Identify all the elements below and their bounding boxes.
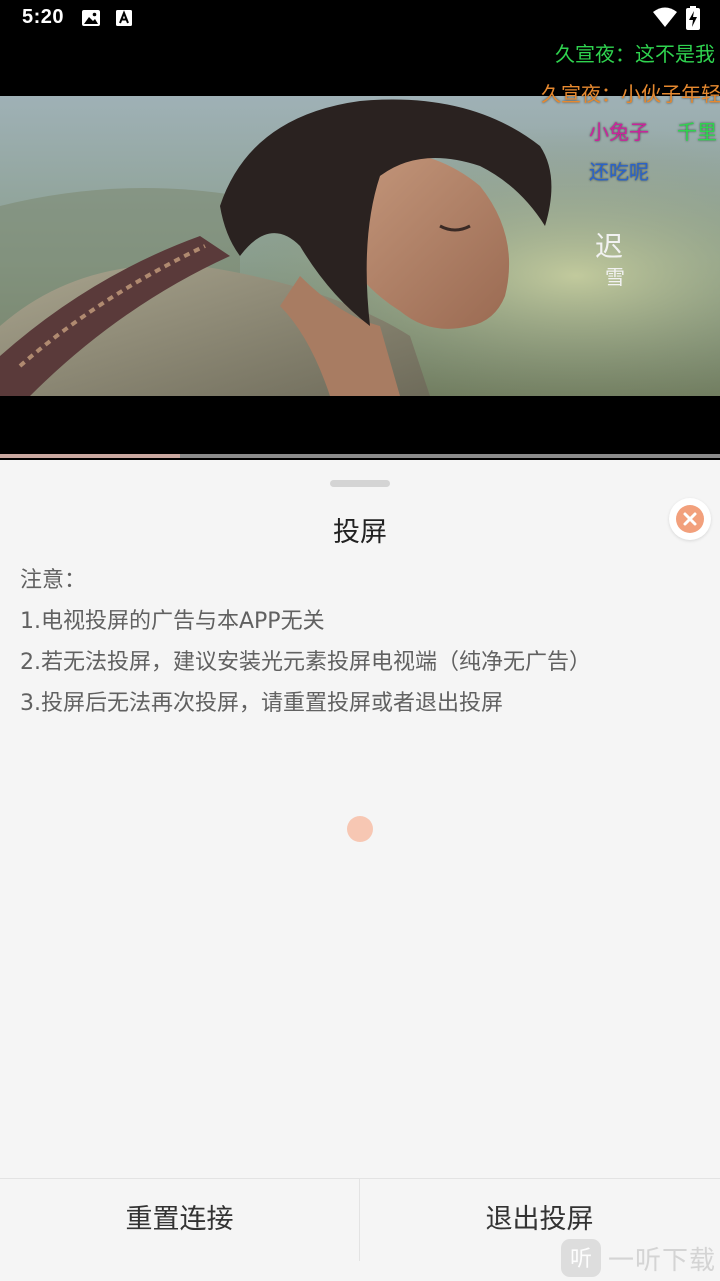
notice-item: 2.若无法投屏，建议安装光元素投屏电视端（纯净无广告） [20,650,591,675]
image-icon [81,8,101,32]
close-button[interactable] [669,498,711,540]
sheet-title: 投屏 [333,517,387,548]
video-progress-fill [0,454,180,458]
watermark-text: 一听下载 [608,1245,717,1276]
notice-item: 1.电视投屏的广告与本APP无关 [20,609,325,634]
notice-heading: 注意： [20,568,87,593]
loading-indicator [347,816,373,842]
battery-charging-icon [686,6,700,34]
status-time: 5:20 [22,6,65,28]
calligraphy-char-2: 雪 [605,265,625,289]
svg-text:听: 听 [570,1247,592,1272]
status-bar: 5:20 [0,0,720,36]
close-icon [676,505,704,533]
danmaku-comment: 久宣夜：小伙子年轻 [541,82,720,106]
calligraphy-char-1: 迟 [595,230,623,263]
video-player[interactable]: 迟 雪 久宣夜：这不是我 久宣夜：小伙子年轻 小兔子 千里 还吃呢 [0,36,720,456]
notice-item: 3.投屏后无法再次投屏，请重置投屏或者退出投屏 [20,691,503,716]
sheet-drag-handle[interactable] [330,480,390,487]
watermark: 听 一听下载 [560,1238,716,1278]
reset-connection-button[interactable]: 重置连接 [0,1179,359,1261]
danmaku-comment: 还吃呢 [589,160,649,184]
wifi-icon [652,6,678,32]
danmaku-comment: 千里 [677,120,717,144]
video-progress-bar[interactable] [0,454,720,458]
danmaku-comment: 小兔子 [589,120,649,144]
watermark-logo-icon: 听 [561,1239,601,1277]
notice-text: 注意： 1.电视投屏的广告与本APP无关 2.若无法投屏，建议安装光元素投屏电视… [20,560,710,724]
danmaku-comment: 久宣夜：这不是我 [555,42,715,66]
text-a-icon [114,8,134,32]
cast-bottom-sheet: 投屏 注意： 1.电视投屏的广告与本APP无关 2.若无法投屏，建议安装光元素投… [0,460,720,1281]
